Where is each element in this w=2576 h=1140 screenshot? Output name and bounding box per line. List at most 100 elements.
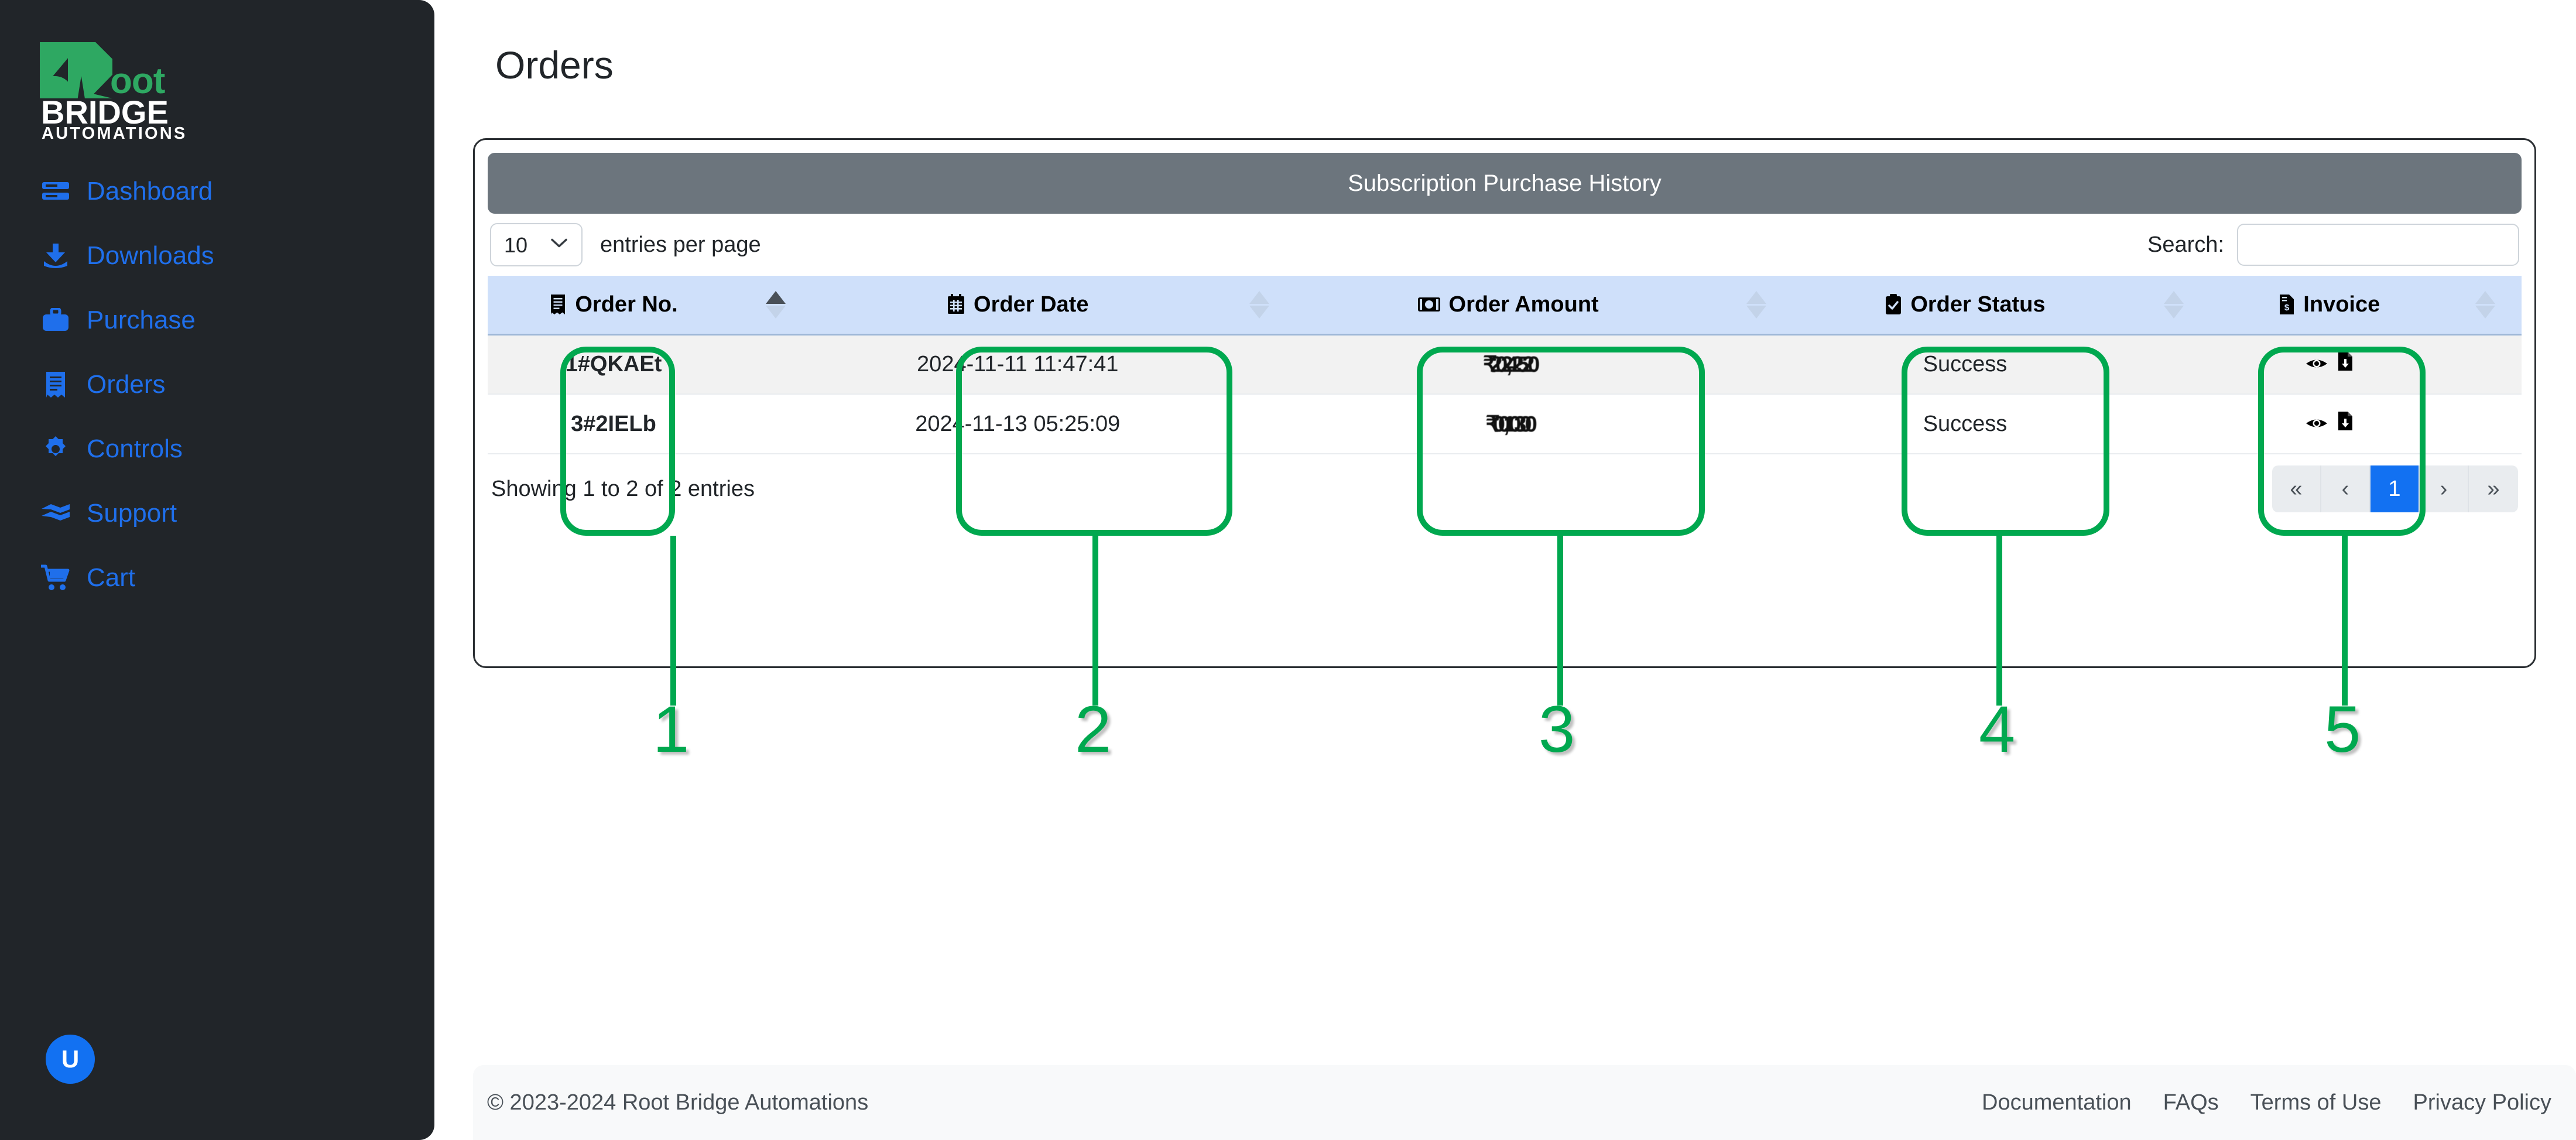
sidebar-item-controls[interactable]: Controls [0, 417, 434, 481]
cell-order-amount: ₹00,103.00 [1296, 394, 1720, 454]
money-bill-icon [1417, 296, 1441, 313]
page-title: Orders [495, 43, 614, 87]
sidebar-item-downloads[interactable]: Downloads [0, 224, 434, 288]
search-control: Search: [2147, 224, 2519, 266]
download-invoice-button[interactable] [2337, 411, 2354, 437]
cell-order-no: 3#2IELb [488, 394, 739, 454]
order-amount-redacted: ₹00,103.00 [1485, 412, 1537, 437]
clipboard-check-icon [1885, 294, 1902, 315]
pagination: « ‹ 1 › » [2272, 465, 2518, 512]
pagination-last-button[interactable]: » [2469, 465, 2518, 512]
page-footer: © 2023-2024 Root Bridge Automations Docu… [473, 1065, 2576, 1140]
sidebar-item-cart[interactable]: Cart [0, 546, 434, 610]
footer-link-faqs[interactable]: FAQs [2163, 1090, 2219, 1115]
pagination-first-button[interactable]: « [2272, 465, 2321, 512]
view-invoice-button[interactable] [2306, 412, 2328, 437]
file-download-icon [2337, 411, 2354, 437]
column-header-order-amount[interactable]: Order Amount [1296, 276, 1720, 336]
download-icon [40, 241, 71, 271]
sort-arrows-icon [2137, 290, 2210, 319]
copyright-text: © 2023-2024 Root Bridge Automations [487, 1090, 869, 1115]
pagination-prev-button[interactable]: ‹ [2321, 465, 2371, 512]
dashboard-icon [40, 176, 71, 207]
footer-links: Documentation FAQs Terms of Use Privacy … [1982, 1090, 2551, 1115]
footer-link-documentation[interactable]: Documentation [1982, 1090, 2132, 1115]
column-header-label: Order Status [1910, 292, 2046, 317]
entries-select-wrap: 102550100 [490, 223, 583, 266]
cell-invoice [2210, 394, 2449, 454]
gear-icon [40, 434, 71, 464]
receipt-icon [40, 369, 71, 400]
briefcase-icon [40, 305, 71, 336]
receipt-icon [549, 294, 567, 315]
logo-word-automations: AUTOMATIONS [42, 124, 187, 143]
eye-icon [2306, 412, 2328, 437]
sort-toggle-order-status[interactable] [2137, 276, 2211, 336]
cell-order-amount: ₹202,425.20 [1296, 334, 1720, 395]
column-header-order-date[interactable]: Order Date [812, 276, 1224, 336]
cell-spacer [2137, 394, 2211, 454]
table-row: 1#QKAEt 2024-11-11 11:47:41 ₹202,425.20 … [488, 334, 2522, 395]
search-label: Search: [2147, 232, 2224, 257]
cell-spacer [1719, 334, 1793, 395]
footer-link-terms-of-use[interactable]: Terms of Use [2250, 1090, 2382, 1115]
cell-order-date: 2024-11-13 05:25:09 [812, 394, 1224, 454]
sort-toggle-invoice[interactable] [2448, 276, 2522, 336]
orders-table: Order No. Order Date Order Amount Order … [488, 276, 2522, 454]
view-invoice-button[interactable] [2306, 352, 2328, 377]
cell-spacer [2448, 394, 2522, 454]
sidebar-item-orders[interactable]: Orders [0, 352, 434, 417]
column-header-label: Order No. [575, 292, 678, 317]
table-footer: Showing 1 to 2 of 2 entries « ‹ 1 › » [488, 454, 2522, 523]
sort-toggle-order-no[interactable] [739, 276, 813, 336]
entries-per-page-select[interactable]: 102550100 [490, 223, 583, 266]
column-header-invoice[interactable]: $ Invoice [2210, 276, 2449, 336]
orders-card: Subscription Purchase History 102550100 … [473, 138, 2536, 668]
cell-order-status: Success [1793, 394, 2137, 454]
sidebar-item-purchase[interactable]: Purchase [0, 288, 434, 352]
sidebar-nav: Dashboard Downloads Purchase Orders Cont [0, 159, 434, 610]
cell-spacer [1719, 394, 1793, 454]
search-input[interactable] [2237, 224, 2519, 266]
sort-arrows-icon [1223, 290, 1296, 319]
file-invoice-dollar-icon: $ [2279, 294, 2295, 315]
column-header-label: Order Date [974, 292, 1089, 317]
sort-toggle-order-date[interactable] [1223, 276, 1296, 336]
sidebar-item-label: Support [87, 499, 177, 528]
cell-spacer [2137, 334, 2211, 395]
pagination-page-1-button[interactable]: 1 [2371, 465, 2420, 512]
download-invoice-button[interactable] [2337, 351, 2354, 377]
column-header-order-no[interactable]: Order No. [488, 276, 739, 336]
pagination-next-button[interactable]: › [2420, 465, 2469, 512]
cell-spacer [739, 334, 813, 395]
sort-arrows-icon [739, 290, 812, 319]
sidebar-item-label: Controls [87, 434, 183, 463]
column-header-order-status[interactable]: Order Status [1793, 276, 2137, 336]
sort-toggle-order-amount[interactable] [1719, 276, 1793, 336]
sidebar-item-label: Orders [87, 370, 166, 399]
column-header-label: Order Amount [1448, 292, 1599, 317]
file-download-icon [2337, 351, 2354, 377]
sidebar-item-label: Dashboard [87, 177, 213, 206]
cell-spacer [739, 394, 813, 454]
brand-logo: oot BRIDGE AUTOMATIONS [40, 42, 186, 142]
cell-spacer [2448, 334, 2522, 395]
cell-order-status: Success [1793, 334, 2137, 395]
eye-icon [2306, 352, 2328, 377]
entries-per-page-label: entries per page [600, 232, 761, 257]
cell-spacer [1223, 394, 1296, 454]
sidebar-item-support[interactable]: Support [0, 481, 434, 546]
sort-arrows-icon [2448, 290, 2522, 319]
logo-mark-icon [40, 42, 115, 98]
column-header-label: Invoice [2303, 292, 2380, 317]
cell-order-date: 2024-11-11 11:47:41 [812, 334, 1224, 395]
card-header-title: Subscription Purchase History [488, 153, 2522, 214]
sidebar: oot BRIDGE AUTOMATIONS Dashboard Downloa… [0, 0, 434, 1140]
shopping-cart-icon [40, 563, 71, 593]
avatar[interactable]: U [46, 1035, 95, 1084]
sidebar-item-label: Cart [87, 563, 136, 592]
footer-link-privacy-policy[interactable]: Privacy Policy [2413, 1090, 2552, 1115]
calendar-icon [947, 294, 965, 315]
svg-text:$: $ [2284, 303, 2290, 313]
sidebar-item-dashboard[interactable]: Dashboard [0, 159, 434, 224]
